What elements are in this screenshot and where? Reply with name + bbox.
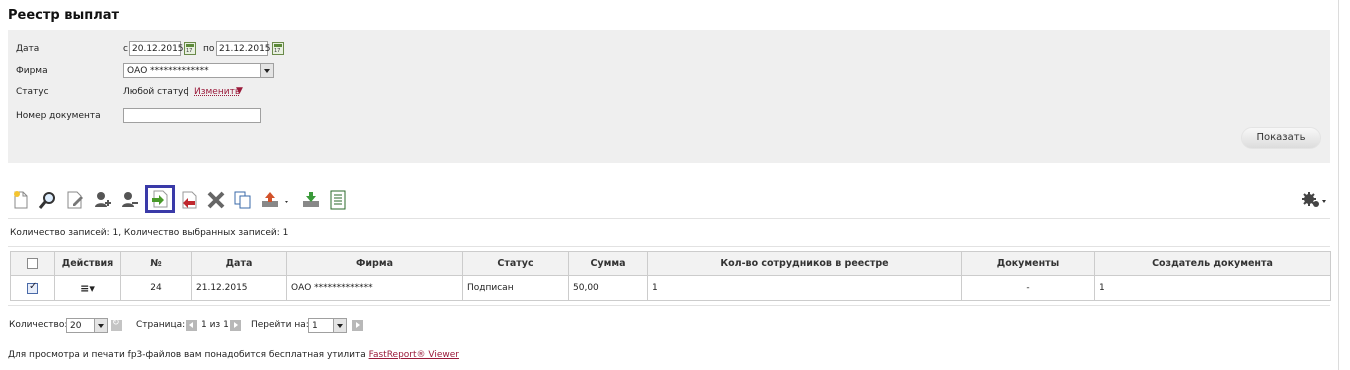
- footer-note: Для просмотра и печати fp3-файлов вам по…: [8, 350, 459, 360]
- date-from-input[interactable]: 20.12.2015: [129, 41, 184, 56]
- chevron-down-icon: [94, 319, 107, 332]
- row-sum: 50,00: [568, 275, 648, 301]
- show-button[interactable]: Показать: [1241, 127, 1321, 149]
- column-header-documents[interactable]: Документы: [961, 251, 1095, 276]
- gear-icon[interactable]: [1300, 188, 1328, 212]
- count-select-value: 20: [70, 321, 82, 331]
- footer-text: Для просмотра и печати fp3-файлов вам по…: [8, 350, 366, 360]
- report-icon[interactable]: [327, 188, 349, 212]
- chevron-down-icon: [333, 319, 346, 332]
- export-icon[interactable]: [259, 188, 293, 212]
- select-all-checkbox[interactable]: [27, 258, 38, 269]
- row-select-cell[interactable]: [10, 275, 55, 301]
- column-header-number[interactable]: №: [120, 251, 192, 276]
- firm-select-value: ОАО *************: [127, 66, 209, 76]
- row-number: 24: [120, 275, 192, 301]
- count-label: Количество:: [9, 320, 68, 330]
- firm-select[interactable]: ОАО *************: [123, 63, 274, 78]
- status-change-arrow-icon[interactable]: ▼: [236, 86, 243, 96]
- status-change-link[interactable]: Изменить: [194, 87, 240, 97]
- doc-number-input[interactable]: [123, 108, 261, 123]
- column-header-actions[interactable]: Действия: [54, 251, 121, 276]
- row-actions-menu-icon[interactable]: ≡▾: [54, 275, 121, 301]
- row-documents: -: [961, 275, 1095, 301]
- select-all-header[interactable]: [10, 251, 55, 276]
- row-creator: 1: [1094, 275, 1331, 301]
- row-employees: 1: [647, 275, 962, 301]
- delete-icon[interactable]: [205, 188, 227, 212]
- toolbar: [10, 185, 1330, 214]
- status-separator: |: [186, 87, 190, 97]
- table-row[interactable]: ≡▾ 24 21.12.2015 ОАО ************* Подпи…: [10, 275, 1331, 301]
- unsign-icon[interactable]: [178, 188, 200, 212]
- page-right-border: [1338, 0, 1339, 370]
- column-header-sum[interactable]: Сумма: [568, 251, 648, 276]
- divider: [8, 305, 1330, 306]
- payments-table: Действия № Дата Фирма Статус Сумма Кол-в…: [10, 251, 1331, 301]
- column-header-employees[interactable]: Кол-во сотрудников в реестре: [647, 251, 962, 276]
- sign-icon[interactable]: [145, 185, 175, 213]
- remove-employee-icon[interactable]: [119, 188, 141, 212]
- row-status: Подписан: [462, 275, 569, 301]
- column-header-status[interactable]: Статус: [462, 251, 569, 276]
- divider: [8, 218, 1330, 219]
- date-label: Дата: [16, 44, 40, 54]
- goto-button-icon[interactable]: [352, 320, 363, 331]
- page-info: 1 из 1: [201, 320, 229, 330]
- goto-label: Перейти на:: [251, 320, 309, 330]
- row-firm: ОАО *************: [286, 275, 463, 301]
- table-header-row: Действия № Дата Фирма Статус Сумма Кол-в…: [10, 251, 1331, 276]
- page-label: Страница:: [136, 320, 186, 330]
- new-document-icon[interactable]: [10, 188, 32, 212]
- doc-number-label: Номер документа: [16, 111, 101, 121]
- page-title: Реестр выплат: [8, 8, 120, 23]
- chevron-down-icon: [260, 64, 273, 77]
- status-value: Любой статус: [123, 87, 189, 97]
- calendar-icon[interactable]: 17: [184, 42, 196, 55]
- pager: Количество: 20 Страница: 1 из 1 Перейти …: [9, 318, 410, 334]
- goto-select[interactable]: 1: [308, 318, 347, 333]
- import-icon[interactable]: [300, 188, 322, 212]
- column-header-date[interactable]: Дата: [191, 251, 287, 276]
- fastreport-viewer-link[interactable]: FastReport® Viewer: [369, 350, 459, 360]
- status-label: Статус: [16, 87, 49, 97]
- search-icon[interactable]: [37, 188, 59, 212]
- count-select[interactable]: 20: [66, 318, 108, 333]
- column-header-firm[interactable]: Фирма: [286, 251, 463, 276]
- filter-panel: Дата с 20.12.2015 17 по 21.12.2015 17 Фи…: [8, 30, 1330, 163]
- column-header-creator[interactable]: Создатель документа: [1094, 251, 1331, 276]
- next-page-icon[interactable]: [230, 320, 241, 331]
- copy-icon[interactable]: [232, 188, 254, 212]
- calendar-icon[interactable]: 17: [272, 42, 284, 55]
- records-count: Количество записей: 1, Количество выбран…: [10, 228, 289, 238]
- refresh-icon[interactable]: [111, 318, 122, 331]
- firm-label: Фирма: [16, 66, 48, 76]
- row-checkbox[interactable]: [27, 281, 38, 294]
- date-to-input[interactable]: 21.12.2015: [216, 41, 271, 56]
- date-to-prefix: по: [203, 44, 215, 54]
- add-employee-icon[interactable]: [92, 188, 114, 212]
- row-date: 21.12.2015: [191, 275, 287, 301]
- goto-select-value: 1: [312, 321, 318, 331]
- date-from-prefix: с: [123, 44, 128, 54]
- divider: [8, 246, 1330, 247]
- prev-page-icon[interactable]: [186, 320, 197, 331]
- edit-document-icon[interactable]: [64, 188, 86, 212]
